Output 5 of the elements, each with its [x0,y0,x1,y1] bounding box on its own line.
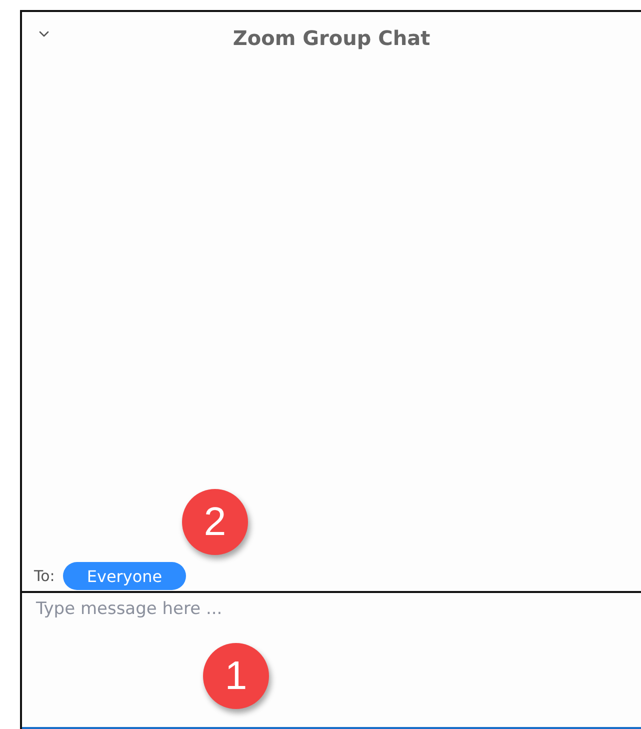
panel-title: Zoom Group Chat [232,26,430,50]
recipient-label: To: [34,567,55,585]
callout-marker: 1 [203,643,269,709]
callout-marker: 2 [182,489,248,555]
recipient-button[interactable]: Everyone [62,562,186,590]
